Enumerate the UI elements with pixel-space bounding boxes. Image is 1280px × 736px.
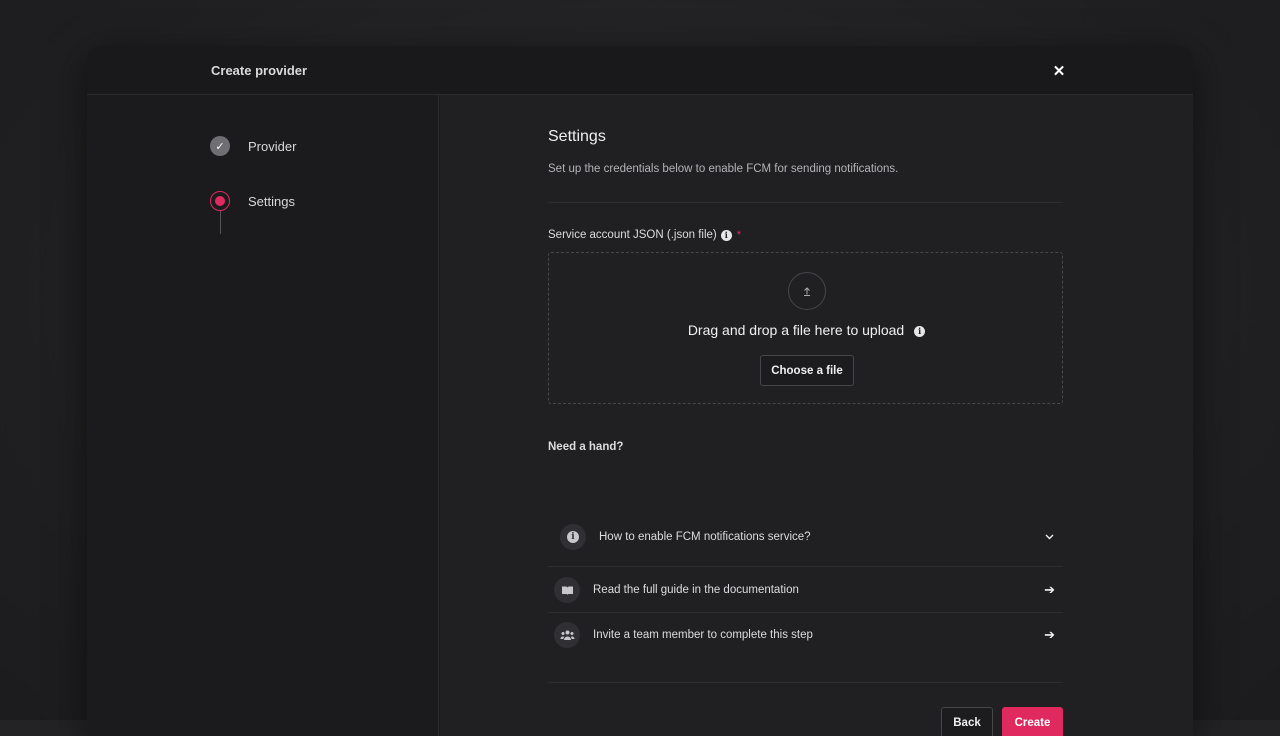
upload-icon — [788, 272, 826, 310]
field-label-text: Service account JSON (.json file) — [548, 229, 717, 241]
divider — [548, 202, 1063, 203]
file-dropzone[interactable]: Drag and drop a file here to upload i Cho… — [548, 252, 1063, 404]
current-step-indicator — [210, 191, 230, 211]
close-icon: ✕ — [1053, 62, 1066, 80]
dropzone-text-label: Drag and drop a file here to upload — [688, 322, 904, 338]
info-icon: i — [560, 524, 586, 550]
help-title: Need a hand? — [548, 441, 623, 453]
modal-header: Create provider ✕ — [87, 46, 1193, 95]
page-title: Settings — [548, 128, 606, 146]
help-item-documentation[interactable]: Read the full guide in the documentation… — [548, 568, 1063, 612]
divider — [548, 682, 1063, 683]
steps-sidebar: ✓ Provider Settings — [87, 95, 439, 736]
choose-file-button[interactable]: Choose a file — [760, 355, 854, 386]
help-item-label: How to enable FCM notifications service? — [599, 531, 1044, 543]
check-icon: ✓ — [210, 136, 230, 156]
chevron-down-icon — [1044, 530, 1055, 545]
step-settings[interactable]: Settings — [210, 191, 295, 211]
arrow-right-icon: ➔ — [1044, 582, 1055, 598]
info-icon[interactable]: i — [914, 326, 925, 337]
create-provider-modal: Create provider ✕ ✓ Provider Settings Se… — [87, 46, 1193, 736]
help-item-enable-fcm[interactable]: i How to enable FCM notifications servic… — [548, 515, 1063, 559]
step-connector — [220, 210, 221, 234]
help-item-label: Invite a team member to complete this st… — [593, 629, 1044, 641]
current-step-dot — [215, 196, 225, 206]
step-provider[interactable]: ✓ Provider — [210, 136, 296, 156]
create-button[interactable]: Create — [1002, 707, 1063, 736]
service-account-field-label: Service account JSON (.json file) i * — [548, 229, 741, 241]
team-icon — [554, 622, 580, 648]
required-mark: * — [737, 229, 741, 241]
help-item-invite-team[interactable]: Invite a team member to complete this st… — [548, 613, 1063, 657]
step-label: Provider — [248, 139, 296, 154]
back-button[interactable]: Back — [941, 707, 993, 736]
help-item-label: Read the full guide in the documentation — [593, 584, 1044, 596]
modal-title: Create provider — [211, 63, 307, 78]
arrow-right-icon: ➔ — [1044, 627, 1055, 643]
divider — [548, 566, 1063, 567]
page-description: Set up the credentials below to enable F… — [548, 163, 898, 175]
info-icon[interactable]: i — [721, 230, 732, 241]
close-button[interactable]: ✕ — [1049, 61, 1069, 81]
step-label: Settings — [248, 194, 295, 209]
book-icon — [554, 577, 580, 603]
main-content: Settings Set up the credentials below to… — [440, 95, 1193, 736]
dropzone-text: Drag and drop a file here to upload i — [549, 322, 1064, 338]
